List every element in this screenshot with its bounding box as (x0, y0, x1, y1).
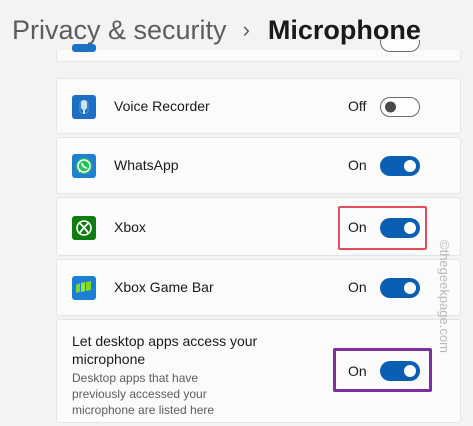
toggle-knob (404, 222, 416, 234)
toggle-state-label: On (348, 279, 367, 295)
desktop-apps-toggle[interactable] (380, 361, 420, 381)
toggle-knob (385, 101, 396, 113)
xbox-game-bar-toggle[interactable] (380, 278, 420, 298)
chevron-right-icon: › (242, 17, 250, 42)
voice-recorder-icon (72, 95, 96, 119)
breadcrumb-parent-link[interactable]: Privacy & security (12, 15, 227, 46)
toggle-switch[interactable] (380, 40, 420, 52)
toggle-state-label: On (348, 157, 367, 173)
whatsapp-icon (72, 154, 96, 178)
desktop-apps-access-row: Let desktop apps access your microphone … (56, 319, 461, 423)
list-item-partial (56, 40, 461, 62)
watermark: ©thegeekpage.com (437, 240, 452, 353)
xbox-icon (72, 216, 96, 240)
app-row-whatsapp: WhatsApp On (56, 137, 461, 194)
app-name-label: WhatsApp (114, 157, 179, 173)
toggle-knob (404, 160, 416, 172)
app-name-label: Xbox (114, 219, 146, 235)
desktop-apps-description: Desktop apps that have previously access… (72, 371, 215, 417)
app-icon (72, 44, 96, 52)
toggle-state-label: On (348, 219, 367, 235)
xbox-game-bar-icon (72, 276, 96, 300)
desktop-apps-title: Let desktop apps access your microphone (72, 333, 258, 367)
app-name-label: Voice Recorder (114, 98, 210, 114)
app-row-voice-recorder: Voice Recorder Off (56, 78, 461, 134)
toggle-state-label: Off (348, 98, 367, 114)
xbox-toggle[interactable] (380, 218, 420, 238)
toggle-knob (404, 365, 416, 377)
app-name-label: Xbox Game Bar (114, 279, 214, 295)
voice-recorder-toggle[interactable] (380, 97, 420, 117)
app-row-xbox: Xbox On (56, 197, 461, 256)
whatsapp-toggle[interactable] (380, 156, 420, 176)
toggle-knob (404, 282, 416, 294)
app-row-xbox-game-bar: Xbox Game Bar On (56, 259, 461, 316)
toggle-state-label: On (348, 363, 367, 379)
